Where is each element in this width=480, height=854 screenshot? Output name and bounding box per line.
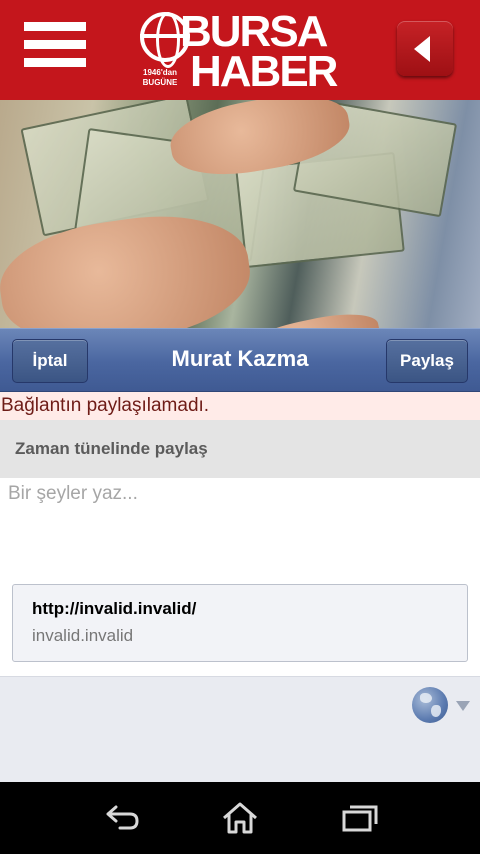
app-header: BURSA HABER 1946'dan BUGÜNE	[0, 0, 480, 100]
system-nav-bar	[0, 782, 480, 854]
back-arrow-icon	[414, 36, 430, 62]
news-hero-image	[0, 100, 480, 328]
share-button[interactable]: Paylaş	[386, 339, 468, 383]
link-domain: invalid.invalid	[32, 626, 134, 645]
message-input[interactable]	[0, 478, 480, 578]
share-dialog-bar: İptal Murat Kazma Paylaş	[0, 328, 480, 392]
audience-selector[interactable]	[410, 687, 472, 727]
nav-back-icon[interactable]	[102, 800, 142, 836]
cancel-button[interactable]: İptal	[12, 339, 88, 383]
post-composer: http://invalid.invalid/ invalid.invalid	[0, 478, 480, 676]
dialog-title: Murat Kazma	[171, 346, 309, 371]
logo-since: 1946'dan BUGÜNE	[142, 68, 178, 87]
post-options	[0, 676, 480, 782]
link-preview-card[interactable]: http://invalid.invalid/ invalid.invalid	[12, 584, 468, 662]
globe-icon	[412, 687, 448, 723]
error-message: Bağlantın paylaşılamadı.	[0, 392, 480, 420]
back-button[interactable]	[397, 21, 453, 76]
link-url: http://invalid.invalid/	[32, 599, 197, 618]
recent-apps-icon[interactable]	[340, 800, 380, 836]
bursa-haber-logo: BURSA HABER 1946'dan BUGÜNE	[140, 10, 345, 94]
share-destination-header[interactable]: Zaman tünelinde paylaş	[0, 420, 480, 478]
menu-icon[interactable]	[24, 22, 86, 76]
chevron-down-icon	[456, 701, 470, 711]
home-icon[interactable]	[220, 800, 260, 836]
logo-word-haber: HABER	[190, 47, 338, 96]
